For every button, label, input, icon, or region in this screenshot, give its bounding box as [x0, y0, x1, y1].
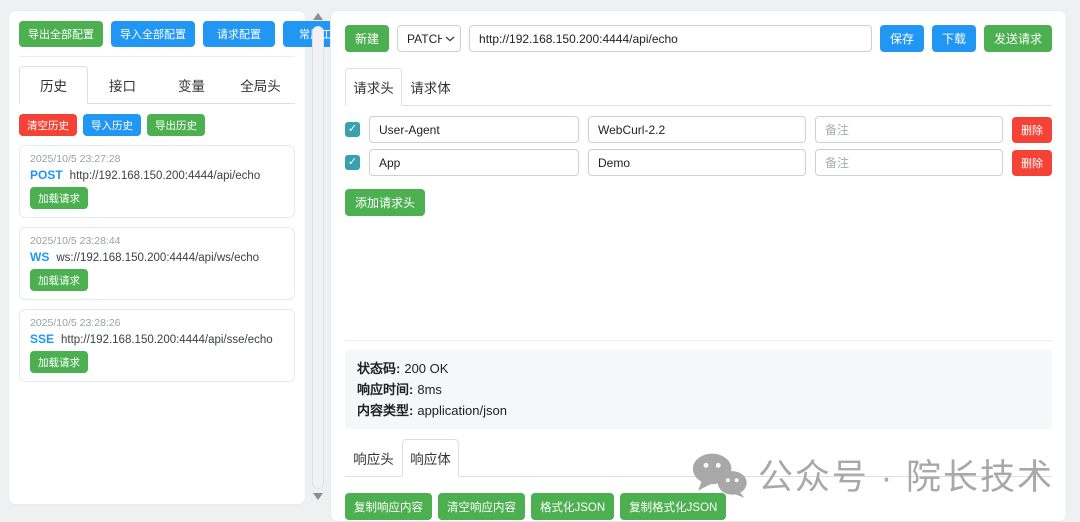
- load-request-button[interactable]: 加载请求: [30, 269, 88, 291]
- url-input[interactable]: [469, 25, 872, 52]
- header-enabled-checkbox[interactable]: ✓: [345, 122, 360, 137]
- history-timestamp: 2025/10/5 23:28:26: [30, 317, 121, 329]
- tab-variables[interactable]: 变量: [157, 66, 226, 104]
- config-button-row: 导出全部配置 导入全部配置 请求配置 常用工具: [19, 21, 359, 47]
- clear-history-button[interactable]: 清空历史: [19, 114, 77, 136]
- import-all-config-button[interactable]: 导入全部配置: [111, 21, 195, 47]
- history-method: WS: [30, 250, 50, 264]
- history-url: http://192.168.150.200:4444/api/echo: [69, 170, 261, 182]
- history-url: ws://192.168.150.200:4444/api/ws/echo: [56, 252, 260, 264]
- response-status-box: 状态码: 200 OK 响应时间: 8ms 内容类型: application/jso…: [345, 350, 1052, 429]
- status-code-value: 200 OK: [404, 361, 449, 376]
- method-select[interactable]: PATCH: [397, 25, 462, 52]
- export-history-button[interactable]: 导出历史: [147, 114, 205, 136]
- history-request-line: WS ws://192.168.150.200:4444/api/ws/echo: [30, 250, 284, 264]
- copy-response-button[interactable]: 复制响应内容: [345, 493, 432, 520]
- history-method: POST: [30, 168, 63, 182]
- status-code-line: 状态码: 200 OK: [357, 358, 1040, 379]
- header-name-input[interactable]: [369, 149, 579, 176]
- header-row: ✓ 删除: [345, 149, 1052, 176]
- copy-formatted-json-button[interactable]: 复制格式化JSON: [620, 493, 727, 520]
- delete-header-button[interactable]: 删除: [1012, 149, 1052, 176]
- response-time-value: 8ms: [417, 382, 442, 397]
- content-type-line: 内容类型: application/json: [357, 400, 1040, 421]
- tab-request-headers[interactable]: 请求头: [345, 68, 402, 106]
- response-tabs: 响应头 响应体: [345, 438, 1052, 477]
- request-config-button[interactable]: 请求配置: [203, 21, 275, 47]
- history-actions-row: 清空历史 导入历史 导出历史: [19, 114, 295, 136]
- add-header-button[interactable]: 添加请求头: [345, 189, 426, 216]
- export-all-config-button[interactable]: 导出全部配置: [19, 21, 103, 47]
- load-request-button[interactable]: 加载请求: [30, 351, 88, 373]
- request-response-panel: 新建 PATCH 保存 下载 发送请求 请求头 请求体 ✓ 删除 ✓ 删除: [330, 10, 1067, 522]
- request-tabs: 请求头 请求体: [345, 67, 1052, 106]
- history-list: 2025/10/5 23:27:28 POST http://192.168.15…: [19, 145, 295, 382]
- response-actions-row: 复制响应内容 清空响应内容 格式化JSON 复制格式化JSON: [345, 493, 1052, 520]
- history-url: http://192.168.150.200:4444/api/sse/echo: [61, 334, 273, 346]
- sidebar-scrollbar[interactable]: [309, 10, 327, 505]
- content-type-value: application/json: [417, 403, 507, 418]
- scroll-up-icon[interactable]: [313, 13, 323, 20]
- request-url-bar: 新建 PATCH 保存 下载 发送请求: [345, 25, 1052, 52]
- delete-header-button[interactable]: 删除: [1012, 116, 1052, 143]
- scroll-down-icon[interactable]: [313, 493, 323, 500]
- history-item: 2025/10/5 23:28:26 SSE http://192.168.150…: [19, 309, 295, 382]
- header-note-input[interactable]: [815, 116, 1003, 143]
- status-code-label: 状态码:: [357, 361, 401, 376]
- header-note-input[interactable]: [815, 149, 1003, 176]
- history-item: 2025/10/5 23:27:28 POST http://192.168.15…: [19, 145, 295, 218]
- method-select-wrap: PATCH: [397, 25, 462, 52]
- header-row: ✓ 删除: [345, 116, 1052, 143]
- tab-history[interactable]: 历史: [19, 66, 88, 104]
- download-button[interactable]: 下载: [931, 25, 976, 52]
- response-divider: [345, 340, 1052, 341]
- send-request-button[interactable]: 发送请求: [983, 25, 1052, 52]
- header-value-input[interactable]: [588, 116, 806, 143]
- tab-api[interactable]: 接口: [88, 66, 157, 104]
- tab-response-headers[interactable]: 响应头: [345, 439, 402, 477]
- history-timestamp: 2025/10/5 23:28:44: [30, 235, 121, 247]
- header-value-input[interactable]: [588, 149, 806, 176]
- header-name-input[interactable]: [369, 116, 579, 143]
- save-button[interactable]: 保存: [879, 25, 924, 52]
- header-enabled-checkbox[interactable]: ✓: [345, 155, 360, 170]
- history-request-line: POST http://192.168.150.200:4444/api/echo: [30, 168, 284, 182]
- sidebar-divider: [19, 56, 295, 57]
- history-timestamp: 2025/10/5 23:27:28: [30, 153, 121, 165]
- tab-request-body[interactable]: 请求体: [402, 68, 459, 106]
- response-time-line: 响应时间: 8ms: [357, 379, 1040, 400]
- clear-response-button[interactable]: 清空响应内容: [438, 493, 525, 520]
- history-request-line: SSE http://192.168.150.200:4444/api/sse/e…: [30, 332, 284, 346]
- tab-global-headers[interactable]: 全局头: [226, 66, 295, 104]
- response-time-label: 响应时间:: [357, 382, 414, 397]
- history-item: 2025/10/5 23:28:44 WS ws://192.168.150.20…: [19, 227, 295, 300]
- format-json-button[interactable]: 格式化JSON: [531, 493, 615, 520]
- history-method: SSE: [30, 332, 55, 346]
- tab-response-body[interactable]: 响应体: [402, 439, 459, 477]
- sidebar-panel: 导出全部配置 导入全部配置 请求配置 常用工具 历史 接口 变量 全局头 清空历…: [8, 10, 359, 505]
- new-request-button[interactable]: 新建: [345, 25, 390, 52]
- content-type-label: 内容类型:: [357, 403, 414, 418]
- load-request-button[interactable]: 加载请求: [30, 187, 88, 209]
- import-history-button[interactable]: 导入历史: [83, 114, 141, 136]
- sidebar-tabs: 历史 接口 变量 全局头: [19, 65, 295, 104]
- request-header-rows: ✓ 删除 ✓ 删除: [345, 116, 1052, 176]
- scrollbar-thumb[interactable]: [312, 26, 324, 489]
